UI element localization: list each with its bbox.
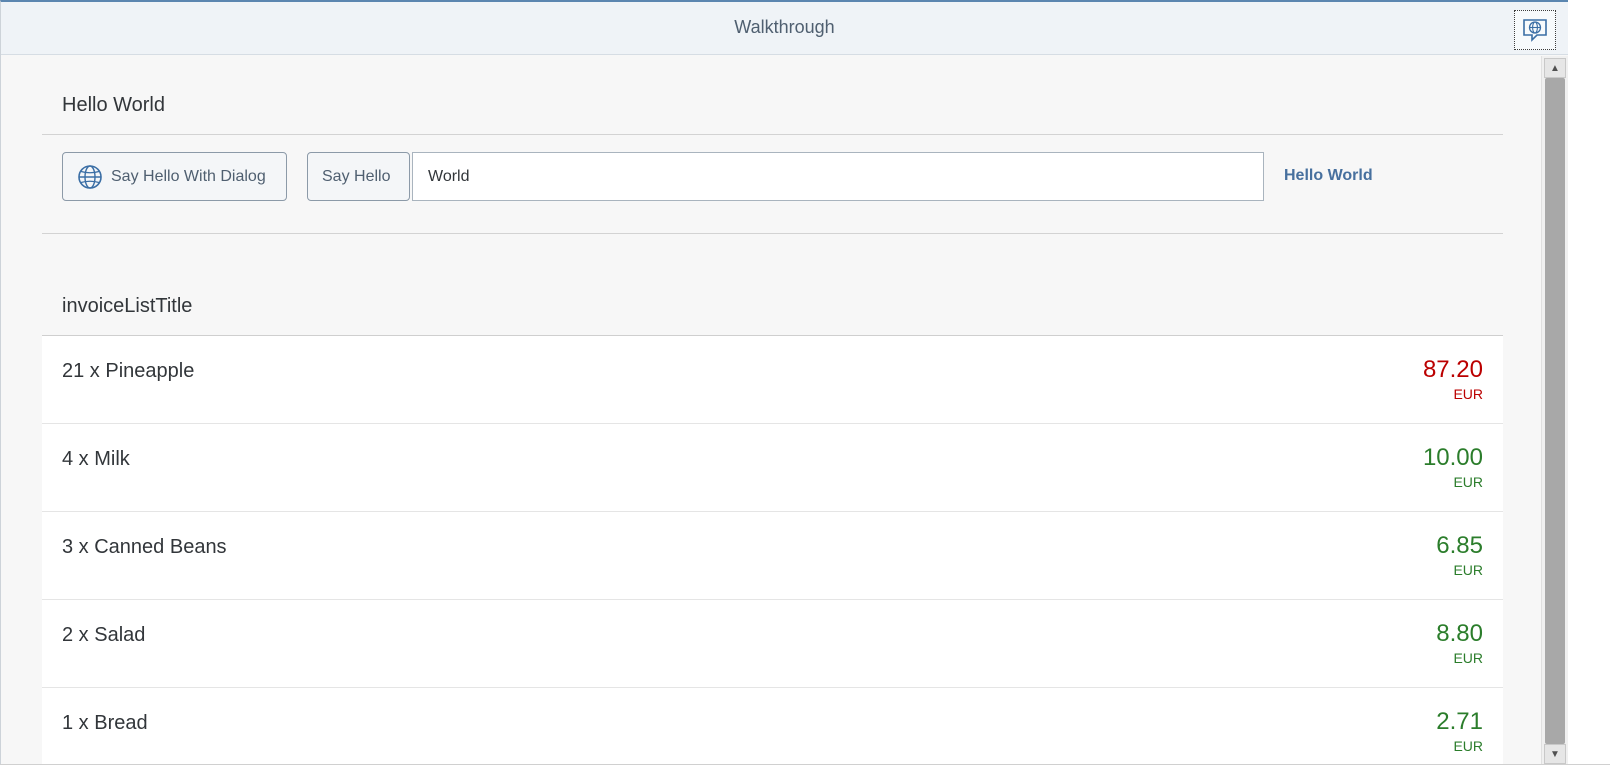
invoice-list-title: invoiceListTitle — [62, 295, 193, 317]
invoice-name: 1 x Bread — [62, 712, 148, 734]
main-content: Hello World Say Hello With Dialog Say He… — [1, 56, 1541, 764]
panel-divider-bottom — [42, 233, 1503, 234]
invoice-name: 2 x Salad — [62, 624, 146, 646]
invoice-name: 3 x Canned Beans — [62, 536, 227, 558]
invoice-row[interactable]: 1 x Bread 2.71 EUR — [42, 688, 1503, 764]
scroll-down-button[interactable]: ▼ — [1544, 744, 1566, 764]
invoice-price: 8.80 — [1436, 620, 1483, 647]
name-input[interactable]: World — [412, 152, 1264, 201]
greeting-text: Hello World — [1284, 167, 1373, 184]
invoice-row[interactable]: 21 x Pineapple 87.20 EUR — [42, 336, 1503, 424]
panel-divider-top — [42, 134, 1503, 135]
invoice-row[interactable]: 3 x Canned Beans 6.85 EUR — [42, 512, 1503, 600]
say-hello-button[interactable]: Say Hello — [307, 152, 410, 201]
invoice-currency: EUR — [1453, 562, 1483, 578]
shell-title: Walkthrough — [734, 17, 835, 37]
invoice-row[interactable]: 4 x Milk 10.00 EUR — [42, 424, 1503, 512]
invoice-currency: EUR — [1453, 650, 1483, 666]
dialog-button-label: Say Hello With Dialog — [111, 167, 266, 185]
globe-chat-button[interactable] — [1514, 10, 1556, 50]
app-window: Walkthrough Hello World Say Hello With D… — [0, 0, 1568, 764]
invoice-price: 2.71 — [1436, 708, 1483, 735]
invoice-price: 10.00 — [1422, 444, 1483, 471]
vertical-scrollbar[interactable]: ▲ ▼ — [1541, 56, 1568, 764]
window-margin-bottom — [0, 764, 1610, 784]
scrollbar-thumb[interactable] — [1545, 78, 1565, 744]
invoice-currency: EUR — [1453, 738, 1483, 754]
panel-title: Hello World — [62, 94, 165, 116]
invoice-row[interactable]: 2 x Salad 8.80 EUR — [42, 600, 1503, 688]
globe-icon — [78, 164, 102, 189]
shell-bar: Walkthrough — [1, 2, 1568, 55]
window-margin-right — [1568, 0, 1610, 764]
say-hello-with-dialog-button[interactable]: Say Hello With Dialog — [62, 152, 287, 201]
globe-chat-icon — [1523, 19, 1547, 42]
invoice-name: 21 x Pineapple — [62, 360, 195, 382]
scroll-up-button[interactable]: ▲ — [1544, 58, 1566, 78]
arrow-down-icon: ▼ — [1550, 748, 1560, 760]
invoice-currency: EUR — [1453, 474, 1483, 490]
invoice-name: 4 x Milk — [62, 448, 130, 470]
invoice-price: 87.20 — [1422, 356, 1483, 383]
arrow-up-icon: ▲ — [1550, 62, 1560, 74]
say-hello-button-label: Say Hello — [322, 167, 391, 185]
invoice-list: 21 x Pineapple 87.20 EUR 4 x Milk 10.00 … — [42, 335, 1503, 764]
invoice-price: 6.85 — [1436, 532, 1483, 559]
invoice-currency: EUR — [1453, 386, 1483, 402]
